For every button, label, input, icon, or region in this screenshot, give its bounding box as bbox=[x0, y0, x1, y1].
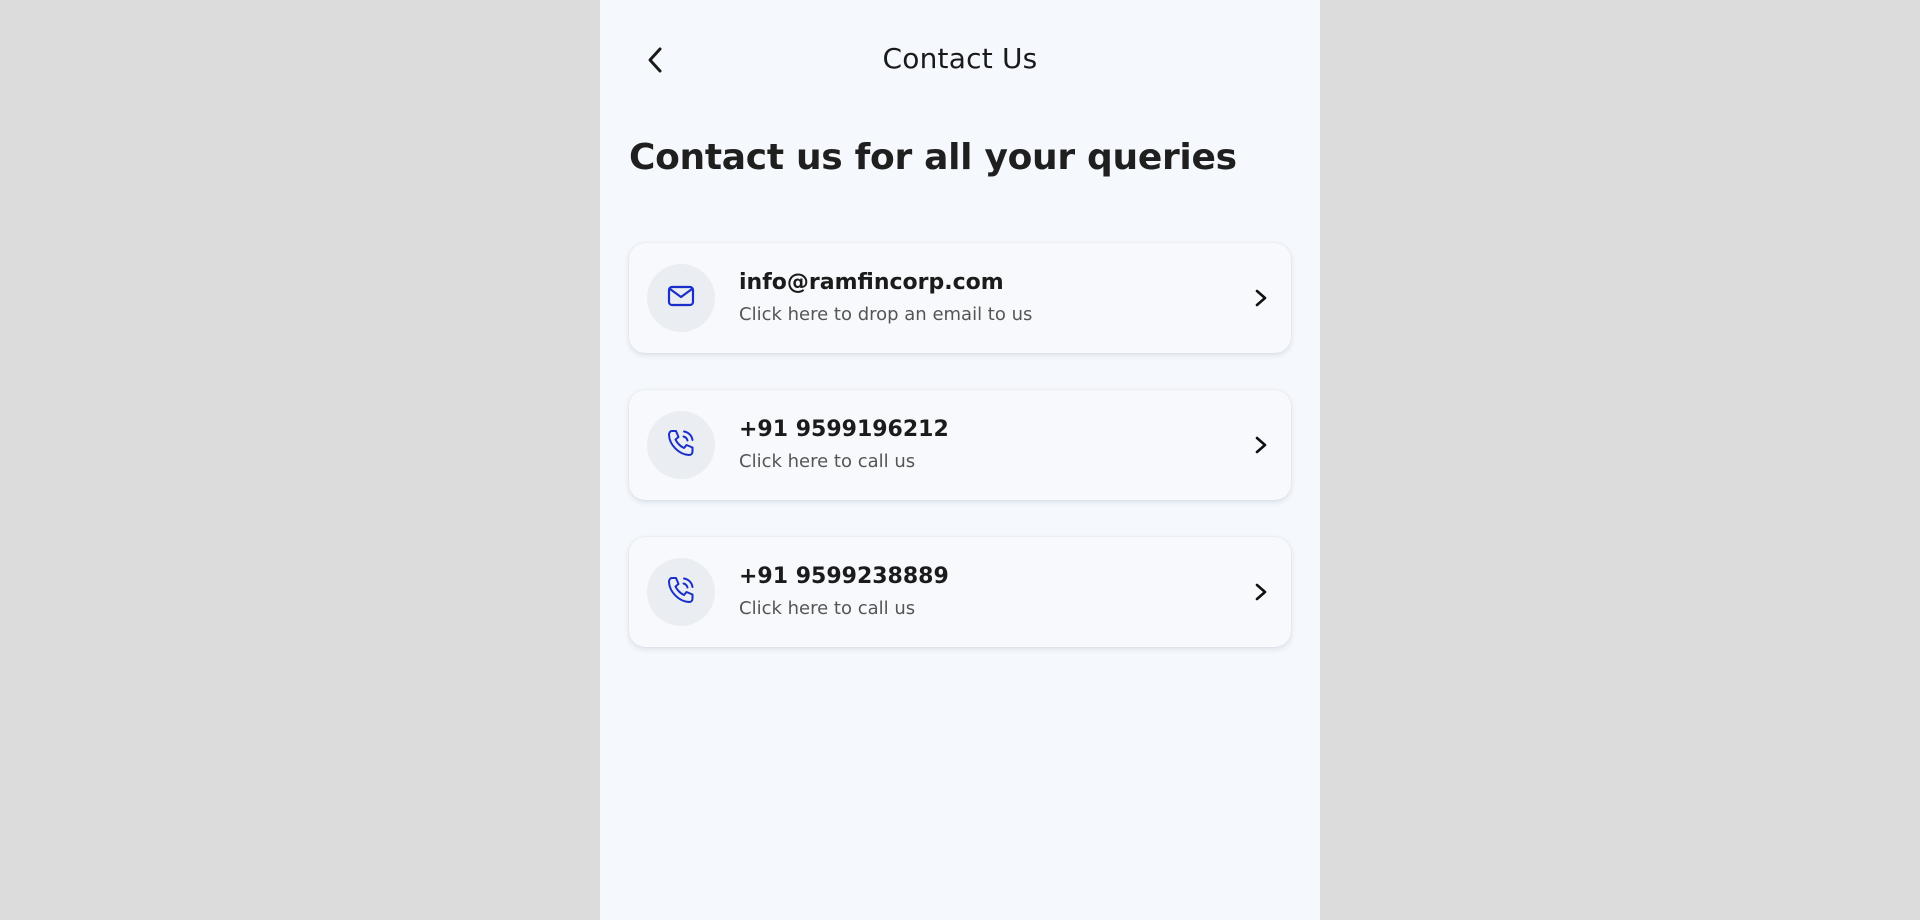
page-title: Contact Us bbox=[882, 42, 1038, 75]
page-header: Contact Us bbox=[600, 0, 1320, 120]
contact-page: Contact Us Contact us for all your queri… bbox=[600, 0, 1320, 920]
icon-circle bbox=[647, 558, 715, 626]
chevron-right-icon bbox=[1249, 580, 1273, 604]
contact-card-phone-2[interactable]: +91 9599238889 Click here to call us bbox=[629, 537, 1291, 647]
contact-card-phone-1[interactable]: +91 9599196212 Click here to call us bbox=[629, 390, 1291, 500]
contact-email-subtitle: Click here to drop an email to us bbox=[739, 304, 1033, 325]
contact-email-title: info@ramfincorp.com bbox=[739, 270, 1004, 295]
phone-call-icon bbox=[664, 426, 698, 464]
contact-phone-1-title: +91 9599196212 bbox=[739, 417, 949, 442]
chevron-right-icon bbox=[1249, 433, 1273, 457]
contact-phone-1-subtitle: Click here to call us bbox=[739, 451, 916, 472]
contact-card-email[interactable]: info@ramfincorp.com Click here to drop a… bbox=[629, 243, 1291, 353]
icon-circle bbox=[647, 411, 715, 479]
icon-circle bbox=[647, 264, 715, 332]
contact-phone-2-subtitle: Click here to call us bbox=[739, 598, 916, 619]
mail-icon bbox=[665, 280, 697, 316]
phone-call-icon bbox=[664, 573, 698, 611]
contact-phone-2-title: +91 9599238889 bbox=[739, 564, 949, 589]
page-headline: Contact us for all your queries bbox=[629, 137, 1237, 178]
chevron-right-icon bbox=[1249, 286, 1273, 310]
